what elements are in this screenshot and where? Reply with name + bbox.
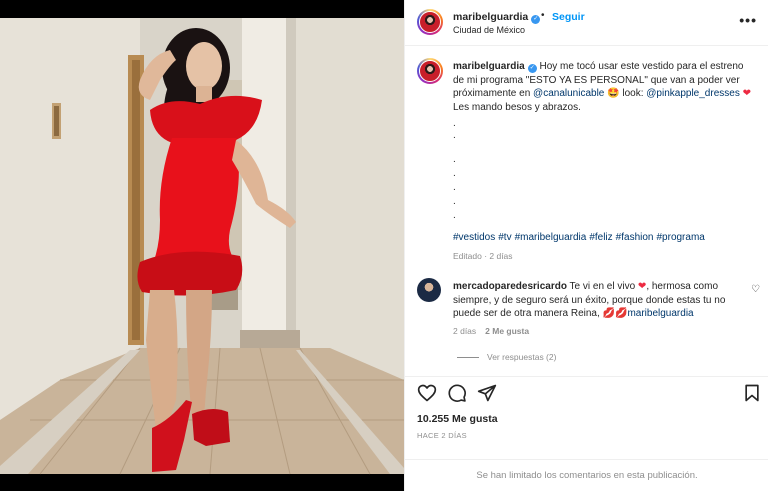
author-username[interactable]: maribelguardia ✓ — [453, 11, 541, 24]
like-heart-icon[interactable] — [417, 383, 437, 403]
hashtag-link[interactable]: #tv — [498, 232, 511, 243]
comment-likes[interactable]: 2 Me gusta — [485, 326, 529, 336]
hashtag-link[interactable]: #programa — [656, 232, 704, 243]
lips-emoji-icon: 💋💋 — [602, 308, 628, 319]
caption-dot: . — [453, 210, 456, 221]
hashtag-link[interactable]: #vestidos — [453, 232, 495, 243]
share-send-icon[interactable] — [477, 383, 497, 403]
caption-body-3: Les mando besos y abrazos. — [453, 101, 581, 113]
post-time: HACE 2 DÍAS — [417, 431, 467, 440]
author-avatar[interactable] — [417, 9, 443, 35]
comment-meta: 2 días 2 Me gusta — [453, 326, 538, 336]
mention-canalunicable[interactable]: @canalunicable — [533, 88, 604, 99]
view-replies-button[interactable]: Ver respuestas (2) — [457, 352, 556, 362]
caption-edited-time: Editado · 2 días — [453, 251, 513, 261]
verified-badge-icon: ✓ — [527, 64, 537, 73]
comments-limited-notice: Se han limitado los comentarios en esta … — [405, 459, 768, 491]
comment-body-1: Te vi en el vivo — [566, 281, 638, 292]
caption-username[interactable]: maribelguardia — [453, 61, 525, 72]
caption-dot: . — [453, 130, 456, 141]
save-bookmark-icon[interactable] — [742, 383, 762, 403]
commenter-avatar[interactable] — [417, 278, 441, 302]
caption-author-avatar[interactable] — [417, 58, 443, 84]
heart-emoji-icon: ❤ — [742, 88, 751, 99]
caption-body-2: 🤩 look: — [604, 88, 647, 99]
post-side-panel: maribelguardia ✓ • Seguir Ciudad de Méxic… — [404, 0, 768, 491]
caption-dot: . — [453, 154, 456, 165]
comment-text: mercadoparedesricardo Te vi en el vivo ❤… — [453, 280, 749, 321]
likes-count[interactable]: 10.255 Me gusta — [417, 413, 498, 425]
post-actions: 10.255 Me gusta HACE 2 DÍAS — [405, 376, 768, 446]
post-header: maribelguardia ✓ • Seguir Ciudad de Méxic… — [405, 0, 768, 46]
hashtag-link[interactable]: #maribelguardia — [515, 232, 587, 243]
comment-bubble-icon[interactable] — [447, 383, 467, 403]
post-location[interactable]: Ciudad de México — [453, 25, 525, 35]
comment-time: 2 días — [453, 326, 477, 336]
more-options-icon[interactable]: ••• — [739, 12, 757, 28]
commenter-username[interactable]: mercadoparedesricardo — [453, 281, 567, 292]
caption-dot: . — [453, 196, 456, 207]
comment-mention[interactable]: maribelguardia — [627, 308, 693, 319]
caption-dot: . — [453, 182, 456, 193]
hashtag-link[interactable]: #fashion — [616, 232, 654, 243]
verified-badge-icon: ✓ — [531, 15, 541, 24]
caption-dot: . — [453, 118, 456, 129]
caption-text: maribelguardia ✓ Hoy me tocó usar este ve… — [453, 60, 753, 114]
hashtag-link[interactable]: #feliz — [589, 232, 612, 243]
mention-pinkapple-dresses[interactable]: @pinkapple_dresses — [646, 88, 740, 99]
follow-button[interactable]: Seguir — [552, 11, 585, 23]
hashtag-list: #vestidos #tv #maribelguardia #feliz #fashio… — [453, 232, 708, 243]
caption-dot: . — [453, 168, 456, 179]
view-replies-label: Ver respuestas (2) — [487, 352, 557, 362]
comment-like-heart-icon[interactable]: ♡ — [751, 284, 760, 295]
post-photo[interactable] — [0, 0, 404, 491]
instagram-post-view: maribelguardia ✓ • Seguir Ciudad de Méxic… — [0, 0, 768, 491]
separator-dot: • — [541, 10, 545, 21]
